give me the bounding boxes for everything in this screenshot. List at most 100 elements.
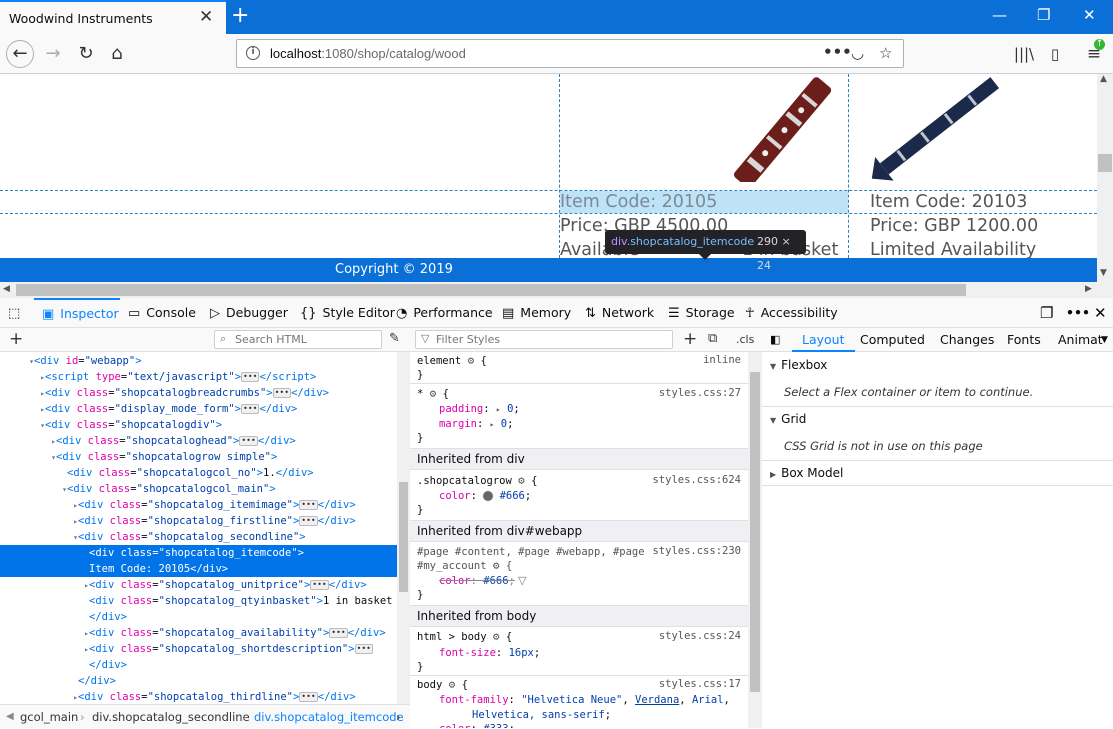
markup-node[interactable]: ▾<div class="shopcatalog_secondline">	[0, 529, 397, 545]
maximize-icon[interactable]: ❐	[1037, 6, 1050, 24]
page-actions-icon[interactable]: •••	[823, 43, 852, 61]
page-horizontal-scrollbar[interactable]: ◀ ▶	[0, 282, 1113, 298]
declaration[interactable]: padding: ▸ 0;	[439, 402, 520, 417]
rule-source[interactable]: styles.css:27	[659, 387, 741, 399]
expand-twisty-icon[interactable]: ▸	[79, 642, 89, 658]
tab-accessibility[interactable]: ☥ Accessibility	[745, 298, 838, 328]
tab-performance[interactable]: ◔ Performance	[396, 298, 493, 328]
toggle-pseudo-class-icon[interactable]: ⧉	[708, 331, 717, 346]
grid-section-header[interactable]: ▼ Grid	[762, 406, 1113, 432]
markup-node[interactable]: ▸<div class="shopcatalog_firstline"> ••• <…	[0, 513, 397, 529]
tab-memory[interactable]: ▤ Memory	[502, 298, 571, 328]
markup-node[interactable]: ▸<div class="display_mode_form"> ••• </div…	[0, 401, 397, 417]
search-html-input[interactable]	[235, 332, 375, 347]
tab-console[interactable]: ▭ Console	[128, 298, 196, 328]
expand-twisty-icon[interactable]: ▸	[68, 498, 78, 514]
cls-toggle[interactable]: .cls	[736, 333, 754, 346]
expand-twisty-icon[interactable]: ▸	[35, 370, 45, 386]
reload-icon[interactable]: ↻	[72, 40, 100, 68]
add-node-icon[interactable]: +	[9, 329, 23, 349]
markup-node[interactable]: ▸<div class="shopcatalogbreadcrumbs"> •••…	[0, 385, 397, 401]
expand-twisty-icon[interactable]: ▸	[46, 434, 56, 450]
url-bar[interactable]: i localhost:1080/shop/catalog/wood ••• ◡…	[236, 39, 904, 68]
color-swatch[interactable]	[483, 491, 494, 501]
tab-network[interactable]: ⇅ Network	[585, 298, 654, 328]
site-info-icon[interactable]: i	[246, 46, 260, 60]
rule-source[interactable]: styles.css:17	[659, 678, 741, 690]
rule-selector[interactable]: * ⚙ {	[417, 387, 449, 401]
rule-source[interactable]: styles.css:24	[659, 630, 741, 642]
markup-node[interactable]: </div>	[0, 609, 397, 625]
markup-node[interactable]: </div>	[0, 673, 397, 689]
browser-tab[interactable]: Woodwind Instruments ✕	[0, 0, 226, 34]
expand-twisty-icon[interactable]: ▸	[68, 514, 78, 530]
markup-node[interactable]: ▾<div class="shopcatalogrow simple">	[0, 449, 397, 465]
collapse-twisty-icon[interactable]: ▾	[24, 354, 34, 370]
page-vertical-scrollbar[interactable]: ▲ ▼	[1097, 74, 1113, 282]
declaration[interactable]: color: #333;	[439, 722, 515, 728]
collapse-twisty-icon[interactable]: ▾	[68, 530, 78, 546]
breadcrumb-item[interactable]: gcol_main	[20, 705, 78, 729]
markup-node[interactable]: ▸<div class="shopcatalog_thirdline"> ••• <…	[0, 689, 397, 705]
tab-inspector[interactable]: ▣ Inspector	[34, 298, 120, 328]
element-picker-icon[interactable]: ⬚	[8, 298, 26, 328]
filter-icon[interactable]: ▽	[518, 574, 526, 587]
collapse-twisty-icon[interactable]: ▾	[46, 450, 56, 466]
markup-node-selected[interactable]: <div class="shopcatalog_itemcode">	[0, 545, 397, 561]
bookmark-star-icon[interactable]: ☆	[879, 44, 892, 62]
markup-node[interactable]: ▾<div id="webapp">	[0, 353, 397, 369]
tab-fonts[interactable]: Fonts	[1007, 328, 1041, 352]
markup-node[interactable]: ▸<div class="shopcatalog_shortdescriptio…	[0, 641, 397, 657]
close-tab-icon[interactable]: ✕	[199, 7, 213, 27]
expand-twisty-icon[interactable]: ▸	[79, 626, 89, 642]
close-window-icon[interactable]: ✕	[1083, 6, 1096, 24]
collapse-twisty-icon[interactable]: ▾	[35, 418, 45, 434]
filter-styles-input[interactable]	[436, 332, 666, 347]
markup-node[interactable]: ▸<div class="shopcatalog_availability"> •…	[0, 625, 397, 641]
breadcrumb-item[interactable]: div.shopcatalog_secondline	[92, 705, 250, 729]
back-icon[interactable]: ←	[6, 40, 34, 68]
markup-node[interactable]: </div>	[0, 657, 397, 673]
breadcrumb-next-icon[interactable]: ›	[396, 705, 401, 729]
forward-icon[interactable]: →	[39, 40, 67, 68]
chevron-down-icon[interactable]: ▼	[1101, 328, 1108, 352]
box-model-section-header[interactable]: ▶ Box Model	[762, 460, 1113, 486]
devtools-menu-icon[interactable]: •••	[1066, 298, 1090, 328]
search-html-field[interactable]: ⌕	[214, 330, 382, 349]
rule-selector[interactable]: #my_account ⚙ {	[417, 559, 512, 573]
declaration[interactable]: font-size: 16px;	[439, 646, 540, 660]
home-icon[interactable]: ⌂	[103, 40, 131, 68]
declaration[interactable]: font-family: "Helvetica Neue", Verdana, …	[439, 693, 730, 707]
dock-icon[interactable]: ❐	[1040, 298, 1053, 328]
markup-node[interactable]: ▸<div class="shopcatalog_itemimage"> ••• <…	[0, 497, 397, 513]
library-icon[interactable]: |||\	[1010, 40, 1038, 68]
rule-selector[interactable]: #page #content, #page #webapp, #page	[417, 545, 645, 559]
tab-style-editor[interactable]: {} Style Editor	[300, 298, 395, 328]
flexbox-section-header[interactable]: ▼ Flexbox	[762, 352, 1113, 378]
eyedropper-icon[interactable]: ✎	[389, 331, 400, 346]
tab-changes[interactable]: Changes	[940, 328, 994, 352]
declaration[interactable]: margin: ▸ 0;	[439, 417, 513, 432]
markup-node[interactable]: ▸<div class="shopcataloghead"> ••• </div>	[0, 433, 397, 449]
overridden-declaration[interactable]: color: #666;	[439, 574, 515, 588]
tab-animations[interactable]: Animat	[1058, 328, 1103, 352]
rules-scrollbar[interactable]	[748, 352, 762, 728]
tab-storage[interactable]: ☰ Storage	[668, 298, 735, 328]
declaration[interactable]: color: #666;	[439, 489, 531, 503]
markup-node[interactable]: ▾<div class="shopcatalogdiv">	[0, 417, 397, 433]
rule-source[interactable]: styles.css:230	[652, 545, 741, 557]
rule-selector[interactable]: html > body ⚙ {	[417, 630, 512, 644]
close-devtools-icon[interactable]: ✕	[1094, 298, 1107, 328]
breadcrumb-item-current[interactable]: div.shopcatalog_itemcode	[254, 705, 404, 729]
markup-node[interactable]: ▾<div class="shopcatalogcol_main">	[0, 481, 397, 497]
expand-twisty-icon[interactable]: ▸	[79, 578, 89, 594]
rule-selector[interactable]: .shopcatalogrow ⚙ {	[417, 474, 537, 488]
sidebar-icon[interactable]: ▯	[1041, 40, 1069, 68]
markup-node-selected[interactable]: Item Code: 20105</div>	[0, 561, 397, 577]
pocket-icon[interactable]: ◡	[851, 44, 864, 62]
markup-node[interactable]: <div class="shopcatalogcol_no">1.</div>	[0, 465, 397, 481]
tab-debugger[interactable]: ▷ Debugger	[210, 298, 288, 328]
tab-layout[interactable]: Layout	[792, 328, 855, 352]
new-tab-icon[interactable]: +	[231, 3, 249, 28]
add-rule-icon[interactable]: +	[683, 329, 697, 349]
